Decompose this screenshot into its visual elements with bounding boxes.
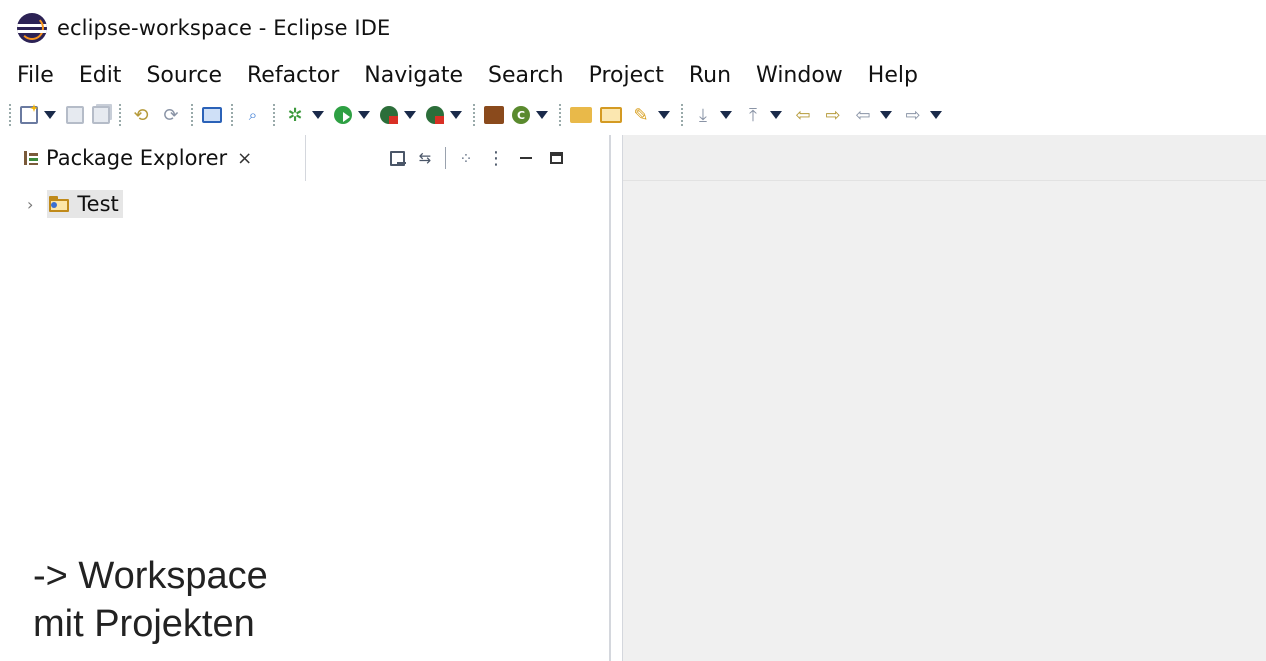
new-dropdown-icon[interactable] bbox=[44, 111, 56, 119]
coverage-icon[interactable] bbox=[426, 106, 444, 124]
debug-icon[interactable]: ✲ bbox=[284, 104, 306, 126]
filter-icon[interactable]: ⁘ bbox=[456, 148, 476, 168]
main-toolbar: ⟲ ⟳ ⌕ ✲ C ✎ ⤓ ⤒ ⇦ ⇨ ⇦ ⇨ bbox=[0, 95, 1266, 135]
new-class-icon[interactable]: C bbox=[512, 106, 530, 124]
menu-window[interactable]: Window bbox=[756, 63, 843, 88]
run-dropdown-icon[interactable] bbox=[358, 111, 370, 119]
redo-icon[interactable]: ⟳ bbox=[160, 104, 182, 126]
package-explorer-icon bbox=[24, 151, 38, 165]
window-title: eclipse-workspace - Eclipse IDE bbox=[57, 15, 391, 40]
last-edit-icon[interactable]: ⇦ bbox=[792, 104, 814, 126]
title-bar: eclipse-workspace - Eclipse IDE bbox=[0, 0, 1266, 55]
menu-navigate[interactable]: Navigate bbox=[364, 63, 463, 88]
prev-annotation-dropdown-icon[interactable] bbox=[770, 111, 782, 119]
menu-file[interactable]: File bbox=[17, 63, 54, 88]
run-as-dropdown-icon[interactable] bbox=[404, 111, 416, 119]
annotation-caption: -> Workspace mit Projekten bbox=[33, 552, 268, 648]
toolbar-separator bbox=[231, 104, 233, 126]
menu-search[interactable]: Search bbox=[488, 63, 564, 88]
undo-icon[interactable]: ⟲ bbox=[130, 104, 152, 126]
toolbar-separator bbox=[559, 104, 561, 126]
last-edit-forward-icon[interactable]: ⇨ bbox=[822, 104, 844, 126]
console-icon[interactable] bbox=[202, 107, 222, 123]
view-toolbar: ⇆ ⁘ ⋮ bbox=[390, 135, 576, 181]
panel-gutter[interactable] bbox=[611, 135, 622, 661]
tree-row[interactable]: › Test bbox=[0, 187, 611, 221]
forward-icon[interactable]: ⇨ bbox=[902, 104, 924, 126]
collapse-all-icon[interactable] bbox=[390, 150, 406, 166]
view-menu-icon[interactable]: ⋮ bbox=[486, 148, 506, 169]
toolbar-separator bbox=[9, 104, 11, 126]
toolbar-separator bbox=[273, 104, 275, 126]
menu-bar: File Edit Source Refactor Navigate Searc… bbox=[0, 55, 1266, 95]
toolbar-separator bbox=[191, 104, 193, 126]
close-icon[interactable]: × bbox=[237, 148, 252, 169]
menu-help[interactable]: Help bbox=[868, 63, 918, 88]
next-annotation-dropdown-icon[interactable] bbox=[720, 111, 732, 119]
forward-dropdown-icon[interactable] bbox=[930, 111, 942, 119]
menu-run[interactable]: Run bbox=[689, 63, 731, 88]
coverage-dropdown-icon[interactable] bbox=[450, 111, 462, 119]
view-toolbar-separator bbox=[445, 147, 446, 169]
save-all-icon[interactable] bbox=[92, 106, 110, 124]
menu-edit[interactable]: Edit bbox=[79, 63, 122, 88]
search-icon[interactable]: ⌕ bbox=[242, 104, 264, 126]
minimize-icon[interactable] bbox=[516, 148, 536, 168]
pen-icon[interactable]: ✎ bbox=[630, 104, 652, 126]
caption-line-2: mit Projekten bbox=[33, 603, 255, 645]
caption-line-1: -> Workspace bbox=[33, 555, 268, 597]
new-java-package-icon[interactable] bbox=[484, 106, 504, 124]
new-icon[interactable] bbox=[20, 106, 38, 124]
tab-label: Package Explorer bbox=[46, 146, 228, 170]
toolbar-separator bbox=[681, 104, 683, 126]
maximize-icon[interactable] bbox=[546, 148, 566, 168]
java-project-icon bbox=[49, 196, 71, 212]
eclipse-window: eclipse-workspace - Eclipse IDE File Edi… bbox=[0, 0, 1266, 661]
package-explorer-header: Package Explorer × ⇆ ⁘ ⋮ bbox=[0, 135, 611, 181]
menu-refactor[interactable]: Refactor bbox=[247, 63, 339, 88]
tree-node-label: Test bbox=[77, 192, 119, 216]
editor-tab-bar bbox=[623, 135, 1266, 181]
project-tree: › Test bbox=[0, 187, 611, 221]
open-type-icon[interactable] bbox=[570, 107, 592, 123]
next-annotation-icon[interactable]: ⤓ bbox=[692, 104, 714, 126]
link-with-editor-icon[interactable]: ⇆ bbox=[415, 148, 435, 168]
back-icon[interactable]: ⇦ bbox=[852, 104, 874, 126]
run-icon[interactable] bbox=[334, 106, 352, 124]
debug-dropdown-icon[interactable] bbox=[312, 111, 324, 119]
save-icon[interactable] bbox=[66, 106, 84, 124]
tree-node-test[interactable]: Test bbox=[47, 190, 123, 218]
menu-project[interactable]: Project bbox=[589, 63, 664, 88]
chevron-right-icon[interactable]: › bbox=[27, 195, 33, 214]
open-folder-icon[interactable] bbox=[600, 107, 622, 123]
toolbar-separator bbox=[119, 104, 121, 126]
eclipse-logo-icon bbox=[17, 12, 47, 43]
prev-annotation-icon[interactable]: ⤒ bbox=[742, 104, 764, 126]
toolbar-separator bbox=[473, 104, 475, 126]
pen-dropdown-icon[interactable] bbox=[658, 111, 670, 119]
back-dropdown-icon[interactable] bbox=[880, 111, 892, 119]
menu-source[interactable]: Source bbox=[146, 63, 222, 88]
tab-package-explorer[interactable]: Package Explorer × bbox=[0, 135, 306, 181]
new-class-dropdown-icon[interactable] bbox=[536, 111, 548, 119]
run-as-icon[interactable] bbox=[380, 106, 398, 124]
editor-area bbox=[622, 135, 1266, 661]
